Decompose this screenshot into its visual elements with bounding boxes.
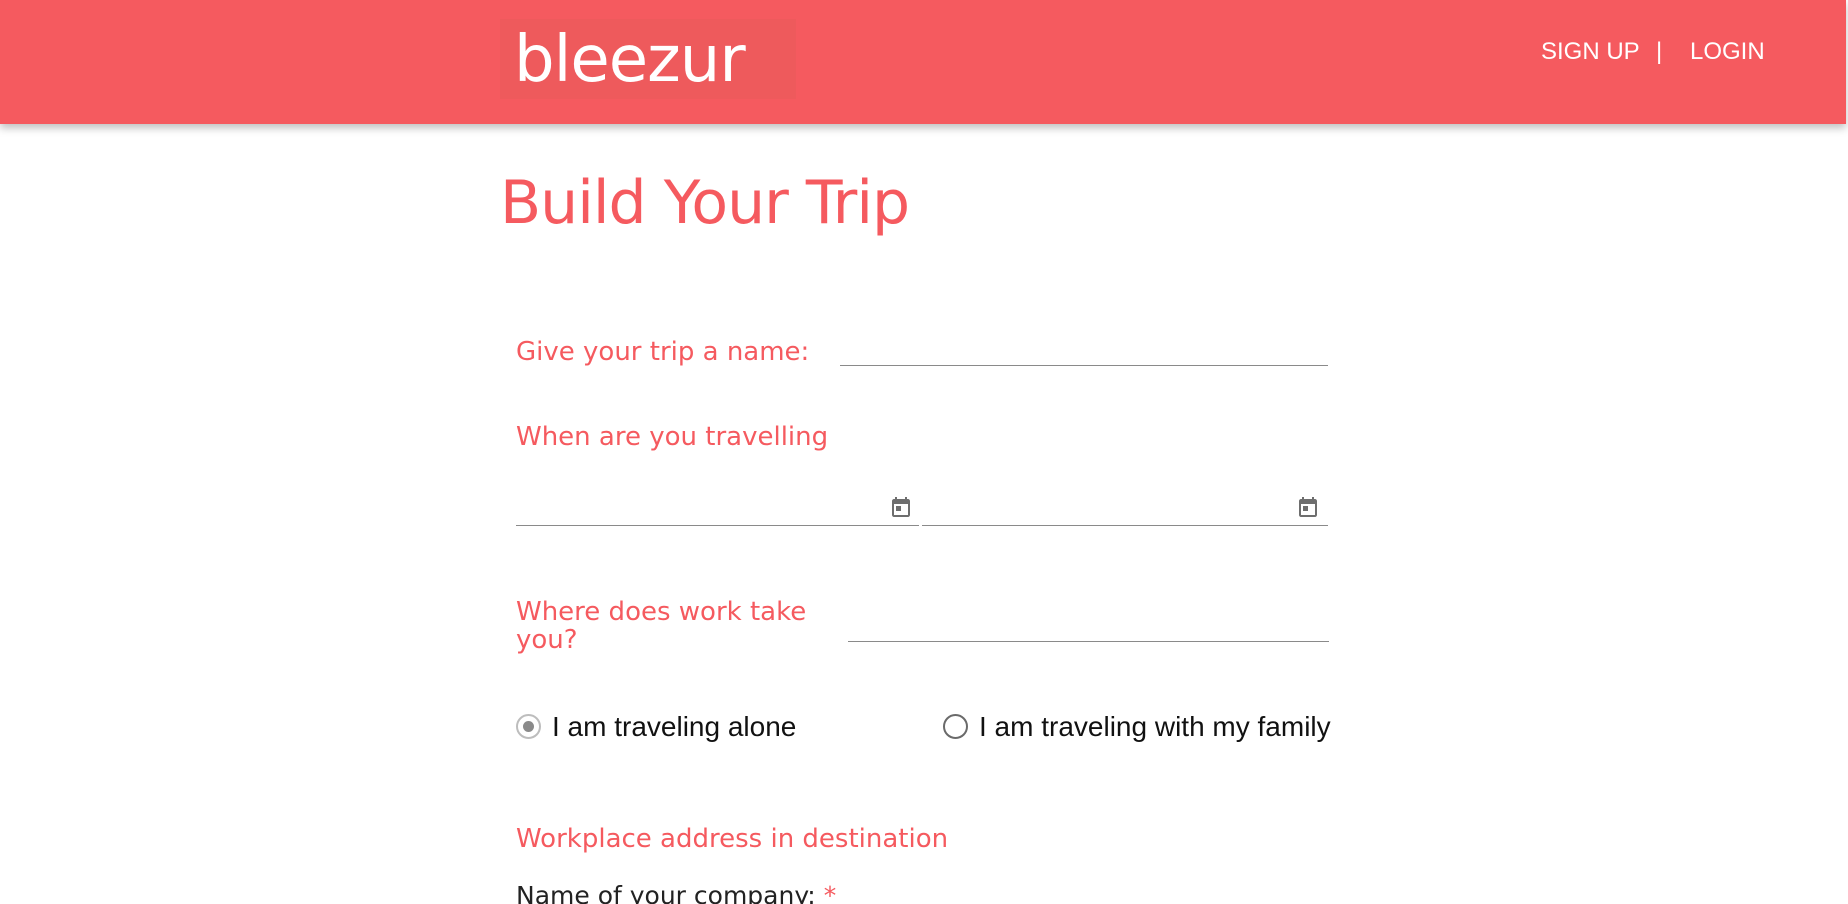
end-date-input[interactable]: [922, 490, 1328, 526]
traveling-alone-radio[interactable]: [516, 714, 541, 739]
login-link[interactable]: LOGIN: [1690, 38, 1765, 66]
travel-dates-label: When are you travelling: [516, 422, 829, 452]
required-marker: *: [823, 881, 837, 904]
calendar-icon[interactable]: [1296, 495, 1320, 519]
traveling-family-label[interactable]: I am traveling with my family: [979, 711, 1331, 743]
company-name-label-text: Name of your company:: [516, 881, 816, 904]
sign-up-link[interactable]: SIGN UP: [1541, 38, 1640, 66]
traveling-alone-label[interactable]: I am traveling alone: [552, 711, 796, 743]
trip-name-input[interactable]: [840, 330, 1328, 366]
nav-separator: |: [1656, 38, 1663, 65]
start-date-input[interactable]: [516, 490, 919, 526]
destination-input[interactable]: [848, 606, 1329, 642]
calendar-icon[interactable]: [889, 495, 913, 519]
workplace-section-heading: Workplace address in destination: [516, 824, 949, 854]
trip-name-label: Give your trip a name:: [516, 337, 810, 367]
page-title: Build Your Trip: [500, 168, 910, 238]
destination-label: Where does work take you?: [516, 597, 807, 655]
top-header: bleezur SIGN UP | LOGIN: [0, 0, 1846, 124]
traveling-family-radio[interactable]: [943, 714, 968, 739]
company-name-label: Name of your company: *: [516, 881, 836, 904]
brand-logo[interactable]: bleezur: [514, 16, 746, 104]
